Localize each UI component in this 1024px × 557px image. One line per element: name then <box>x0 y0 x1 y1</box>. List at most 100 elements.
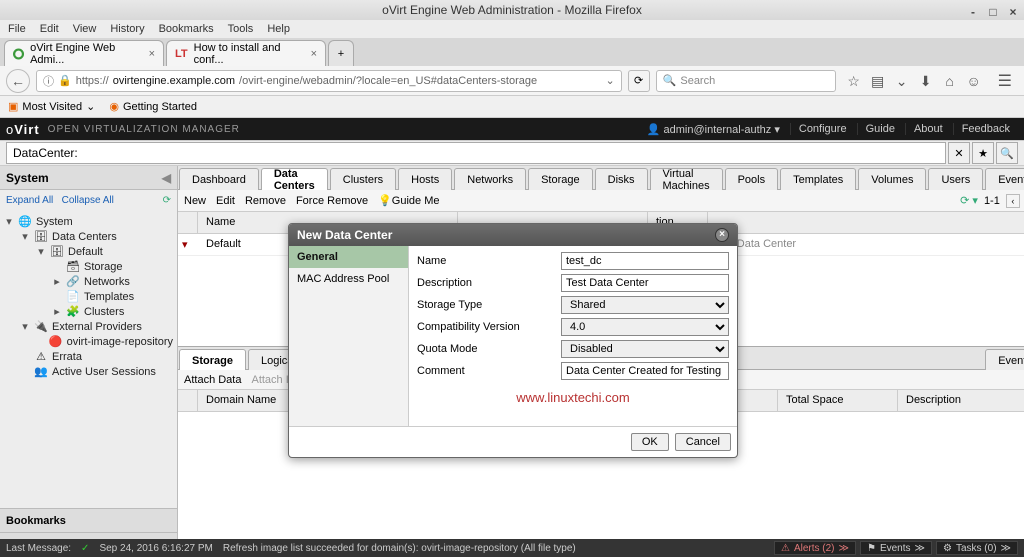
tree-node[interactable]: 👥Active User Sessions <box>0 364 177 379</box>
tab-templates[interactable]: Templates <box>780 168 856 190</box>
nav-feedback[interactable]: Feedback <box>953 123 1018 135</box>
comment-input[interactable] <box>561 362 729 380</box>
tree-node[interactable]: ▾🗄Data Centers <box>0 229 177 244</box>
menu-bookmarks[interactable]: Bookmarks <box>159 23 214 35</box>
tree-node[interactable]: 🔴ovirt-image-repository <box>0 334 177 349</box>
col-desc[interactable] <box>708 212 1024 233</box>
storage-type-select[interactable]: Shared <box>561 296 729 314</box>
library-icon[interactable]: ▤ <box>870 73 886 89</box>
tree-node[interactable]: ▾🗄Default <box>0 244 177 259</box>
menu-file[interactable]: File <box>8 23 26 35</box>
tab-data-centers[interactable]: Data Centers <box>261 168 328 190</box>
collapse-sidebar-icon[interactable]: ◀ <box>162 171 171 185</box>
tab-volumes[interactable]: Volumes <box>858 168 926 190</box>
tab-clusters[interactable]: Clusters <box>330 168 396 190</box>
nav-configure[interactable]: Configure <box>790 123 855 135</box>
sync-icon[interactable]: ☺ <box>966 73 982 89</box>
minimize-icon[interactable]: - <box>968 2 978 22</box>
tree-twisty-icon[interactable]: ▾ <box>20 230 30 243</box>
hamburger-menu-icon[interactable]: ☰ <box>992 71 1018 91</box>
alerts-chip[interactable]: ⚠Alerts (2) ≫ <box>774 541 856 555</box>
getting-started-bookmark[interactable]: ◉Getting Started <box>109 100 197 113</box>
compat-select[interactable]: 4.0 <box>561 318 729 336</box>
quota-select[interactable]: Disabled <box>561 340 729 358</box>
search-bar[interactable]: 🔍 Search <box>656 70 836 92</box>
attach-data-action[interactable]: Attach Data <box>184 374 241 386</box>
home-icon[interactable]: ⌂ <box>942 73 958 89</box>
tab-close-icon[interactable]: × <box>311 48 317 60</box>
expand-all-link[interactable]: Expand All <box>6 195 53 206</box>
action-guide-me[interactable]: 💡Guide Me <box>378 194 439 207</box>
tasks-chip[interactable]: ⚙Tasks (0) ≫ <box>936 541 1018 555</box>
close-icon[interactable]: × <box>1008 2 1018 22</box>
url-dropdown-icon[interactable]: ⌄ <box>605 74 614 87</box>
name-input[interactable] <box>561 252 729 270</box>
action-force-remove[interactable]: Force Remove <box>296 195 368 207</box>
tree-twisty-icon[interactable]: ▸ <box>52 305 62 318</box>
dialog-tab-general[interactable]: General <box>289 246 408 268</box>
tree-node[interactable]: ▾🔌External Providers <box>0 319 177 334</box>
most-visited-bookmark[interactable]: ▣Most Visited⌄ <box>8 100 95 113</box>
action-edit[interactable]: Edit <box>216 195 235 207</box>
expand-row-icon[interactable]: ▾ <box>178 234 198 255</box>
refresh-grid-icon[interactable]: ⟳ ▾ <box>960 194 978 207</box>
action-remove[interactable]: Remove <box>245 195 286 207</box>
menu-view[interactable]: View <box>73 23 97 35</box>
sub-col-desc[interactable]: Description <box>898 390 1024 411</box>
subtab-storage[interactable]: Storage <box>179 349 246 371</box>
sub-col-space[interactable]: Total Space <box>778 390 898 411</box>
clear-search-button[interactable]: ✕ <box>948 142 970 164</box>
tab-storage[interactable]: Storage <box>528 168 593 190</box>
pocket-icon[interactable]: ⌄ <box>894 73 910 89</box>
tree-node[interactable]: ▾🌐System <box>0 214 177 229</box>
tree-twisty-icon[interactable]: ▸ <box>52 275 62 288</box>
tree-node[interactable]: 🗃Storage <box>0 259 177 274</box>
nav-guide[interactable]: Guide <box>857 123 903 135</box>
bookmark-star-icon[interactable]: ☆ <box>846 73 862 89</box>
maximize-icon[interactable]: □ <box>988 2 998 22</box>
tab-disks[interactable]: Disks <box>595 168 648 190</box>
tree-twisty-icon[interactable]: ▾ <box>20 320 30 333</box>
back-button[interactable]: ← <box>6 69 30 93</box>
tree-twisty-icon[interactable]: ▾ <box>36 245 46 258</box>
refresh-tree-icon[interactable]: ⟳ <box>163 195 171 206</box>
menu-history[interactable]: History <box>110 23 144 35</box>
events-chip[interactable]: ⚑Events ≫ <box>860 541 932 555</box>
tab-hosts[interactable]: Hosts <box>398 168 452 190</box>
bookmark-search-button[interactable]: ★ <box>972 142 994 164</box>
browser-tab-howto[interactable]: LT How to install and conf... × <box>166 40 326 66</box>
prev-page-button[interactable]: ‹ <box>1006 194 1020 208</box>
menu-edit[interactable]: Edit <box>40 23 59 35</box>
ok-button[interactable]: OK <box>631 433 669 451</box>
dialog-titlebar[interactable]: New Data Center × <box>289 224 737 246</box>
tab-dashboard[interactable]: Dashboard <box>179 168 259 190</box>
subtab-events[interactable]: Events <box>985 349 1024 371</box>
cancel-button[interactable]: Cancel <box>675 433 731 451</box>
tab-networks[interactable]: Networks <box>454 168 526 190</box>
user-menu[interactable]: 👤 admin@internal-authz ▾ <box>639 123 788 136</box>
tab-virtual-machines[interactable]: Virtual Machines <box>650 168 723 190</box>
tab-users[interactable]: Users <box>928 168 983 190</box>
menu-tools[interactable]: Tools <box>228 23 254 35</box>
tab-close-icon[interactable]: × <box>149 48 155 60</box>
menu-help[interactable]: Help <box>267 23 290 35</box>
tab-events[interactable]: Events <box>985 168 1024 190</box>
execute-search-button[interactable]: 🔍 <box>996 142 1018 164</box>
dialog-tab-mac[interactable]: MAC Address Pool <box>289 268 408 290</box>
dialog-close-icon[interactable]: × <box>715 228 729 242</box>
nav-about[interactable]: About <box>905 123 951 135</box>
tree-node[interactable]: ⚠Errata <box>0 349 177 364</box>
reload-button[interactable]: ⟳ <box>628 70 650 92</box>
tree-node[interactable]: 📄Templates <box>0 289 177 304</box>
browser-tab-ovirt[interactable]: oVirt Engine Web Admi... × <box>4 40 164 66</box>
url-bar[interactable]: ⓘ 🔒 https://ovirtengine.example.com/ovir… <box>36 70 622 92</box>
search-filter-input[interactable]: DataCenter: <box>6 142 946 164</box>
identity-icon[interactable]: ⓘ <box>43 73 54 89</box>
tree-node[interactable]: ▸🔗Networks <box>0 274 177 289</box>
description-input[interactable] <box>561 274 729 292</box>
tree-node[interactable]: ▸🧩Clusters <box>0 304 177 319</box>
tree-twisty-icon[interactable]: ▾ <box>4 215 14 228</box>
collapse-all-link[interactable]: Collapse All <box>62 195 114 206</box>
tab-pools[interactable]: Pools <box>725 168 779 190</box>
new-tab-button[interactable]: + <box>328 40 354 66</box>
